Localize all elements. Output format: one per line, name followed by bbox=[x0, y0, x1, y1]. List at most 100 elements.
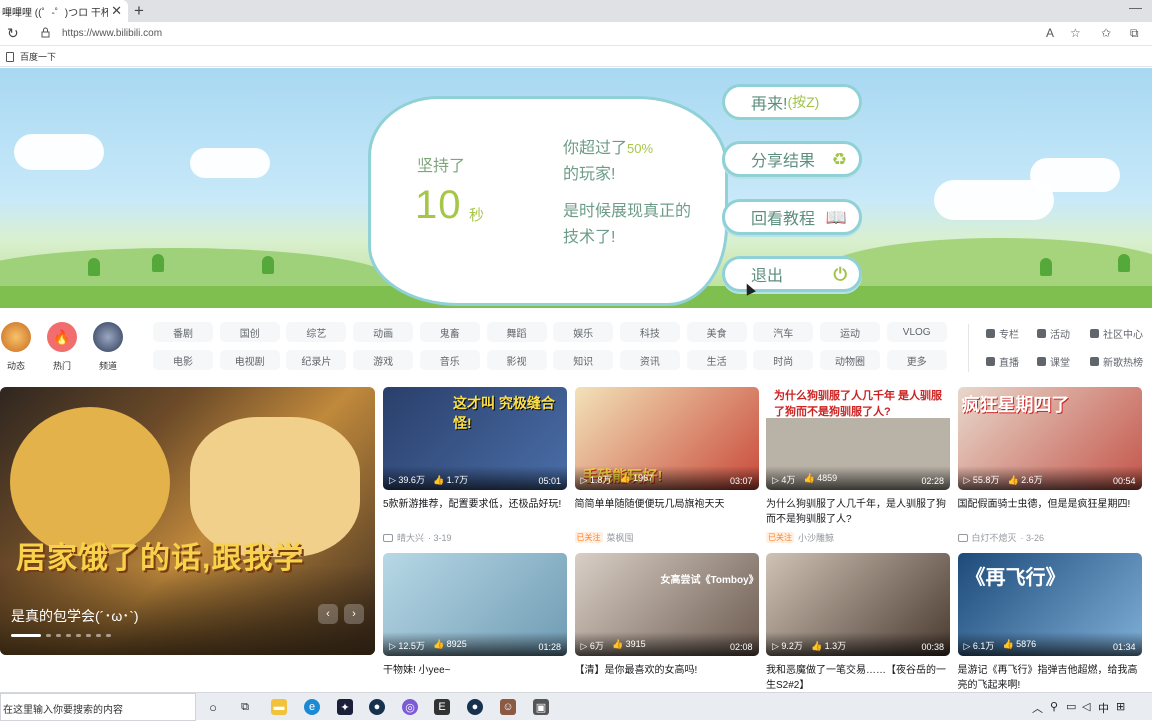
video-thumbnail[interactable]: 这才叫 究极缝合怪! ▷ 39.6万 👍 1.7万 05:01 bbox=[383, 387, 567, 490]
share-result-button[interactable]: 分享结果 ♻ bbox=[722, 141, 862, 177]
side-link-activity[interactable]: 活动 bbox=[1037, 326, 1070, 341]
video-card[interactable]: ▷ 9.2万 👍 1.3万 00:38 我和恶魔做了一笔交易……【夜谷岳的一生S… bbox=[766, 553, 950, 693]
video-card[interactable]: 这才叫 究极缝合怪! ▷ 39.6万 👍 1.7万 05:01 5款新游推荐，配… bbox=[383, 387, 567, 544]
uploader-name[interactable]: 白灯不熄灭 bbox=[972, 531, 1017, 544]
cortana-icon[interactable]: ○ bbox=[205, 699, 221, 715]
video-card[interactable]: 为什么狗驯服了人几千年 是人驯服了狗而不是狗驯服了人? ▷ 4万 👍 4859 … bbox=[766, 387, 950, 544]
video-card[interactable]: 手残能玩好! ▷ 1.8万 👍 1967 03:07 简简单单随随便便玩几局旗袍… bbox=[574, 387, 759, 544]
carousel-prev-button[interactable]: ‹ bbox=[318, 604, 338, 624]
channel-button[interactable]: 时尚 bbox=[753, 350, 814, 370]
channel-button[interactable]: 电影 bbox=[153, 350, 213, 370]
lock-icon[interactable] bbox=[41, 27, 50, 38]
uploader-name[interactable]: 菜枫囤 bbox=[607, 531, 634, 544]
favorite-baidu[interactable]: 百度一下 bbox=[6, 50, 56, 63]
video-title[interactable]: 5款新游推荐，配置要求低，还极品好玩! bbox=[383, 497, 567, 527]
carousel-dot[interactable] bbox=[56, 634, 61, 637]
channel-button[interactable]: 科技 bbox=[619, 322, 680, 342]
video-thumbnail[interactable]: 为什么狗驯服了人几千年 是人驯服了狗而不是狗驯服了人? ▷ 4万 👍 4859 … bbox=[766, 387, 950, 490]
channel-button[interactable]: 国创 bbox=[219, 322, 280, 342]
video-thumbnail[interactable]: 《再飞行》 ▷ 6.1万 👍 5876 01:34 bbox=[957, 553, 1142, 656]
channel-button[interactable]: 资讯 bbox=[619, 350, 680, 370]
add-favorite-icon[interactable]: ☆ bbox=[1070, 26, 1081, 40]
video-title[interactable]: 为什么狗驯服了人几千年，是人驯服了狗而不是狗驯服了人? bbox=[766, 497, 950, 527]
channel-button[interactable]: 纪录片 bbox=[286, 350, 347, 370]
video-card[interactable]: 疯狂星期四了 ▷ 55.8万 👍 2.6万 00:54 国配假面骑士虫德，但是是… bbox=[957, 387, 1142, 544]
edge-browser-icon[interactable]: e bbox=[304, 699, 320, 715]
carousel-dot[interactable] bbox=[106, 634, 111, 637]
video-thumbnail[interactable]: 女高尝试《Tomboy》 ▷ 6万 👍 3915 02:08 bbox=[574, 553, 759, 656]
channel-button[interactable]: 动物圈 bbox=[820, 350, 880, 370]
video-title[interactable]: 是游记《再飞行》指弹吉他超燃，给我高亮的飞起来啊! bbox=[958, 663, 1142, 693]
channel-button[interactable]: 汽车 bbox=[753, 322, 814, 342]
channel-button[interactable]: 鬼畜 bbox=[419, 322, 480, 342]
channel-button[interactable]: 影视 bbox=[486, 350, 547, 370]
avatar-app-icon[interactable]: ☺ bbox=[500, 699, 516, 715]
favorites-icon[interactable]: ✩ bbox=[1101, 26, 1111, 40]
quick-entry-dynamic[interactable]: 动态 bbox=[0, 322, 36, 372]
app-icon[interactable]: ✦ bbox=[337, 699, 353, 715]
ime-indicator[interactable]: 中 bbox=[1098, 700, 1109, 716]
channel-button[interactable]: 综艺 bbox=[286, 322, 347, 342]
retry-button[interactable]: 再来! (按Z) bbox=[722, 84, 862, 120]
input-mode-icon[interactable]: ⊞ bbox=[1116, 700, 1125, 713]
quick-entry-channel[interactable]: 频道 bbox=[88, 322, 128, 372]
file-explorer-icon[interactable]: ▬ bbox=[271, 699, 287, 715]
app-icon[interactable]: ▣ bbox=[533, 699, 549, 715]
quick-entry-hot[interactable]: 🔥 热门 bbox=[42, 322, 82, 372]
video-card[interactable]: ▷ 12.5万 👍 8925 01:28 干物妹! 小yee~ bbox=[383, 553, 567, 693]
channel-button[interactable]: 动画 bbox=[353, 322, 414, 342]
video-thumbnail[interactable]: 疯狂星期四了 ▷ 55.8万 👍 2.6万 00:54 bbox=[957, 387, 1142, 490]
new-tab-button[interactable]: + bbox=[134, 1, 144, 21]
channel-button[interactable]: 游戏 bbox=[353, 350, 414, 370]
browser-tab[interactable]: 嗶嗶哩 ((゜-゜)つロ 干杯~-bili ✕ bbox=[0, 0, 128, 22]
side-link-hot-songs[interactable]: 新歌热榜 bbox=[1090, 354, 1143, 369]
video-title[interactable]: 国配假面骑士虫德，但是是疯狂星期四! bbox=[958, 497, 1142, 527]
tutorial-button[interactable]: 回看教程 📖 bbox=[722, 199, 862, 235]
video-title[interactable]: 【清】是你最喜欢的女高吗! bbox=[575, 663, 759, 693]
carousel-next-button[interactable]: › bbox=[344, 604, 364, 624]
video-card[interactable]: 女高尝试《Tomboy》 ▷ 6万 👍 3915 02:08 【清】是你最喜欢的… bbox=[574, 553, 759, 693]
steam-icon[interactable]: ● bbox=[467, 699, 483, 715]
carousel-dot[interactable] bbox=[46, 634, 51, 637]
channel-button[interactable]: 电视剧 bbox=[219, 350, 280, 370]
channel-button[interactable]: 舞蹈 bbox=[486, 322, 547, 342]
minimize-window-button[interactable]: — bbox=[1129, 0, 1142, 15]
channel-button[interactable]: 番剧 bbox=[153, 322, 213, 342]
uploader-name[interactable]: 晴大兴 bbox=[397, 531, 424, 544]
video-thumbnail[interactable]: 手残能玩好! ▷ 1.8万 👍 1967 03:07 bbox=[574, 387, 759, 490]
featured-carousel[interactable]: 居家饿了的话,跟我学 是真的包学会(´･ω･`) ‹ › bbox=[0, 387, 375, 655]
display-icon[interactable]: ▭ bbox=[1066, 700, 1076, 713]
carousel-dot[interactable] bbox=[66, 634, 71, 637]
channel-button[interactable]: 生活 bbox=[686, 350, 747, 370]
task-view-icon[interactable]: ⧉ bbox=[237, 699, 253, 715]
carousel-dot[interactable] bbox=[86, 634, 91, 637]
channel-button[interactable]: 美食 bbox=[686, 322, 747, 342]
channel-button[interactable]: 运动 bbox=[820, 322, 880, 342]
channel-button[interactable]: 娱乐 bbox=[553, 322, 614, 342]
side-link-classroom[interactable]: 课堂 bbox=[1037, 354, 1070, 369]
steam-icon[interactable]: ● bbox=[369, 699, 385, 715]
app-icon[interactable]: ◎ bbox=[402, 699, 418, 715]
video-title[interactable]: 我和恶魔做了一笔交易……【夜谷岳的一生S2#2】 bbox=[766, 663, 950, 693]
side-link-live[interactable]: 直播 bbox=[986, 354, 1019, 369]
url-input[interactable]: https://www.bilibili.com bbox=[62, 28, 162, 39]
uploader-name[interactable]: 小沙雕鲸 bbox=[798, 531, 834, 544]
video-thumbnail[interactable]: ▷ 9.2万 👍 1.3万 00:38 bbox=[766, 553, 950, 656]
channel-button[interactable]: 知识 bbox=[553, 350, 614, 370]
epic-games-icon[interactable]: E bbox=[434, 699, 450, 715]
tray-chevron-icon[interactable]: ︿ bbox=[1032, 700, 1043, 716]
channel-button[interactable]: VLOG bbox=[886, 322, 947, 342]
carousel-title[interactable]: 是真的包学会(´･ω･`) bbox=[11, 606, 139, 626]
collections-icon[interactable]: ⧉ bbox=[1130, 26, 1139, 41]
volume-icon[interactable]: ◁ bbox=[1082, 700, 1090, 713]
side-link-column[interactable]: 专栏 bbox=[986, 326, 1019, 341]
video-title[interactable]: 干物妹! 小yee~ bbox=[383, 663, 567, 693]
carousel-dot[interactable] bbox=[11, 634, 41, 637]
video-card[interactable]: 《再飞行》 ▷ 6.1万 👍 5876 01:34 是游记《再飞行》指弹吉他超燃… bbox=[957, 553, 1142, 693]
video-title[interactable]: 简简单单随随便便玩几局旗袍天天 bbox=[575, 497, 759, 527]
channel-button[interactable]: 更多 bbox=[886, 350, 947, 370]
taskbar-search-input[interactable]: 在这里输入你要搜索的内容 bbox=[0, 693, 196, 721]
carousel-dot[interactable] bbox=[76, 634, 81, 637]
carousel-dot[interactable] bbox=[96, 634, 101, 637]
channel-button[interactable]: 音乐 bbox=[419, 350, 480, 370]
